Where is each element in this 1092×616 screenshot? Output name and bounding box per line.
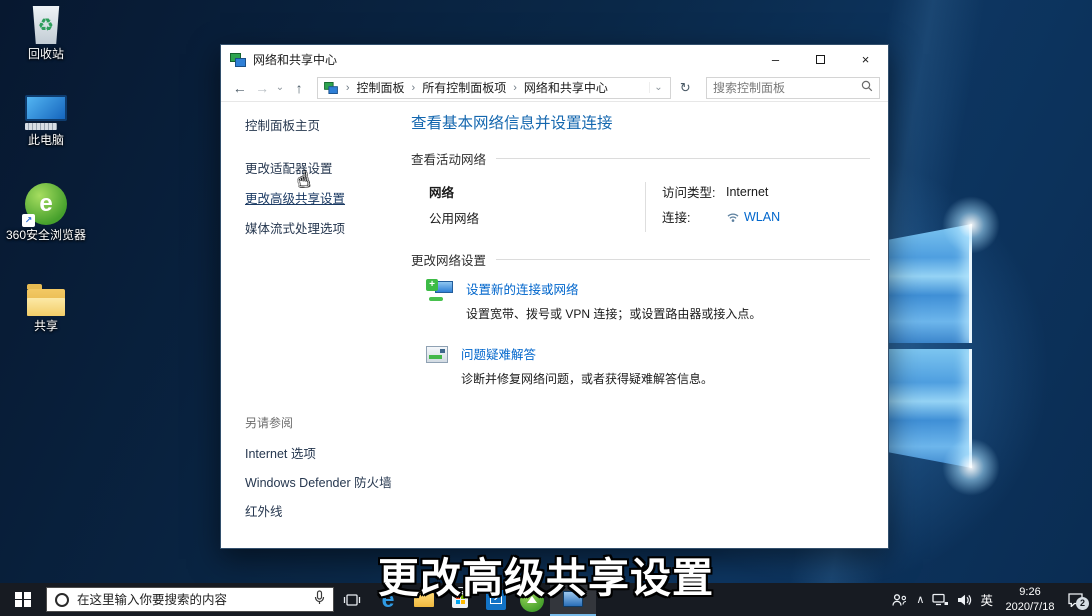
sidebar: 控制面板主页 更改适配器设置 更改高级共享设置 媒体流式处理选项 另请参阅 In… bbox=[221, 102, 411, 548]
control-panel-searchbox[interactable] bbox=[706, 77, 880, 99]
taskbar-clock[interactable]: 9:26 2020/7/18 bbox=[1001, 585, 1059, 614]
refresh-button[interactable]: ↻ bbox=[676, 80, 695, 96]
back-button[interactable]: ← bbox=[231, 80, 248, 96]
this-pc-icon bbox=[25, 95, 67, 130]
logo-corner-glow bbox=[942, 438, 1000, 496]
window-content: 控制面板主页 更改适配器设置 更改高级共享设置 媒体流式处理选项 另请参阅 In… bbox=[221, 102, 888, 548]
windows-logo-icon bbox=[15, 592, 31, 608]
troubleshoot-link[interactable]: 问题疑难解答 bbox=[461, 344, 713, 363]
search-icon bbox=[861, 79, 873, 97]
up-button[interactable]: ↑ bbox=[290, 80, 307, 96]
wifi-icon bbox=[726, 211, 740, 223]
microphone-icon bbox=[314, 590, 325, 610]
recent-pages-dropdown[interactable]: ⌄ bbox=[276, 82, 286, 93]
people-icon[interactable] bbox=[891, 593, 908, 607]
troubleshoot-desc: 诊断并修复网络问题，或者获得疑难解答信息。 bbox=[461, 370, 713, 387]
troubleshoot-item[interactable]: 问题疑难解答 诊断并修复网络问题，或者获得疑难解答信息。 bbox=[426, 344, 870, 387]
breadcrumb: › 控制面板 › 所有控制面板项 › 网络和共享中心 bbox=[323, 79, 649, 96]
window-titlebar[interactable]: 网络和共享中心 – × bbox=[221, 45, 888, 74]
folder-icon bbox=[27, 289, 65, 316]
breadcrumb-all-items[interactable]: 所有控制面板项 bbox=[422, 79, 506, 96]
see-also-section: 另请参阅 Internet 选项 Windows Defender 防火墙 红外… bbox=[245, 414, 392, 530]
section-change-network-settings: 更改网络设置 bbox=[411, 250, 870, 269]
sidebar-item-control-panel-home[interactable]: 控制面板主页 bbox=[245, 115, 411, 134]
sidebar-item-windows-defender-firewall[interactable]: Windows Defender 防火墙 bbox=[245, 472, 392, 491]
new-connection-icon: + bbox=[426, 279, 453, 302]
taskbar-search[interactable] bbox=[46, 587, 334, 612]
recycle-glyph: ♻ bbox=[38, 15, 54, 36]
breadcrumb-control-panel[interactable]: 控制面板 bbox=[357, 79, 405, 96]
desktop-icon-shared-folder[interactable]: 共享 bbox=[0, 289, 92, 334]
desktop-icon-label: 此电脑 bbox=[4, 134, 88, 148]
task-view-icon bbox=[343, 593, 361, 607]
minimize-button[interactable]: – bbox=[753, 45, 798, 74]
cortana-icon bbox=[55, 593, 69, 607]
desktop-icon-label: 共享 bbox=[4, 320, 88, 334]
access-type-label: 访问类型: bbox=[662, 182, 726, 201]
address-bar[interactable]: › 控制面板 › 所有控制面板项 › 网络和共享中心 ⌄ bbox=[317, 77, 671, 99]
recycle-bin-icon: ♻ bbox=[31, 6, 61, 44]
wlan-link[interactable]: WLAN bbox=[744, 210, 780, 224]
notification-badge: 2 bbox=[1076, 597, 1089, 610]
action-center-button[interactable]: 2 bbox=[1067, 592, 1084, 607]
column-divider bbox=[645, 182, 646, 232]
breadcrumb-current[interactable]: 网络和共享中心 bbox=[524, 79, 608, 96]
page-title: 查看基本网络信息并设置连接 bbox=[411, 111, 870, 133]
window-title: 网络和共享中心 bbox=[253, 51, 337, 68]
setup-new-connection-item[interactable]: + 设置新的连接或网络 设置宽带、拨号或 VPN 连接；或设置路由器或接入点。 bbox=[426, 279, 870, 322]
network-name: 网络 bbox=[429, 182, 645, 201]
shortcut-arrow-icon: ↗ bbox=[22, 214, 35, 227]
sidebar-item-infrared[interactable]: 红外线 bbox=[245, 501, 392, 520]
input-language-indicator[interactable]: 英 bbox=[980, 590, 993, 609]
clock-date: 2020/7/18 bbox=[1001, 600, 1059, 614]
setup-new-connection-desc: 设置宽带、拨号或 VPN 连接；或设置路由器或接入点。 bbox=[466, 305, 761, 322]
search-input[interactable] bbox=[713, 81, 861, 95]
troubleshoot-icon bbox=[426, 346, 448, 363]
network-profile: 公用网络 bbox=[429, 208, 645, 227]
sidebar-item-change-adapter-settings[interactable]: 更改适配器设置 bbox=[245, 158, 411, 177]
desktop-icon-recycle-bin[interactable]: ♻ 回收站 bbox=[0, 6, 92, 62]
breadcrumb-separator-icon: › bbox=[513, 82, 517, 94]
network-sharing-center-icon bbox=[230, 53, 246, 67]
address-location-icon bbox=[324, 82, 338, 94]
taskbar-search-input[interactable] bbox=[77, 593, 306, 607]
360-browser-icon: e ↗ bbox=[25, 183, 67, 225]
network-tray-icon[interactable] bbox=[932, 593, 949, 606]
breadcrumb-separator-icon: › bbox=[346, 82, 350, 94]
maximize-icon bbox=[816, 55, 825, 64]
see-also-header: 另请参阅 bbox=[245, 414, 392, 431]
main-pane: 查看基本网络信息并设置连接 查看活动网络 网络 公用网络 访问类型: Inter… bbox=[411, 102, 888, 548]
section-view-active-networks: 查看活动网络 bbox=[411, 149, 870, 168]
sidebar-item-internet-options[interactable]: Internet 选项 bbox=[245, 443, 392, 462]
sidebar-item-media-streaming-options[interactable]: 媒体流式处理选项 bbox=[245, 218, 411, 237]
desktop-icon-label: 回收站 bbox=[4, 48, 88, 62]
address-dropdown-icon[interactable]: ⌄ bbox=[649, 82, 666, 93]
browser-letter: e bbox=[39, 190, 52, 218]
desktop-icon-360-browser[interactable]: e ↗ 360安全浏览器 bbox=[0, 183, 92, 243]
desktop-icon-this-pc[interactable]: 此电脑 bbox=[0, 95, 92, 148]
breadcrumb-separator-icon: › bbox=[412, 82, 416, 94]
system-tray: ∧ 英 9:26 2020/7/18 2 bbox=[891, 583, 1092, 616]
active-network-panel: 网络 公用网络 访问类型: Internet 连接: WLAN bbox=[429, 182, 870, 232]
clock-time: 9:26 bbox=[1001, 585, 1059, 599]
sidebar-item-change-advanced-sharing[interactable]: 更改高级共享设置 bbox=[245, 188, 411, 207]
network-sharing-center-window: 网络和共享中心 – × ← → ⌄ ↑ › 控制面板 › 所有控制面板项 › 网… bbox=[220, 44, 889, 549]
setup-new-connection-link[interactable]: 设置新的连接或网络 bbox=[466, 279, 761, 298]
start-button[interactable] bbox=[0, 583, 46, 616]
forward-button[interactable]: → bbox=[253, 80, 270, 96]
maximize-button[interactable] bbox=[798, 45, 843, 74]
close-button[interactable]: × bbox=[843, 45, 888, 74]
navigation-bar: ← → ⌄ ↑ › 控制面板 › 所有控制面板项 › 网络和共享中心 ⌄ ↻ bbox=[221, 74, 888, 102]
logo-corner-glow bbox=[942, 196, 1000, 254]
volume-icon[interactable] bbox=[957, 593, 972, 607]
desktop-icon-label: 360安全浏览器 bbox=[4, 229, 88, 243]
subtitle-overlay: 更改高级共享设置 bbox=[378, 544, 714, 604]
access-type-value: Internet bbox=[726, 185, 768, 199]
connection-label: 连接: bbox=[662, 207, 726, 226]
task-view-button[interactable] bbox=[334, 583, 370, 616]
show-hidden-icons-chevron[interactable]: ∧ bbox=[916, 593, 924, 606]
